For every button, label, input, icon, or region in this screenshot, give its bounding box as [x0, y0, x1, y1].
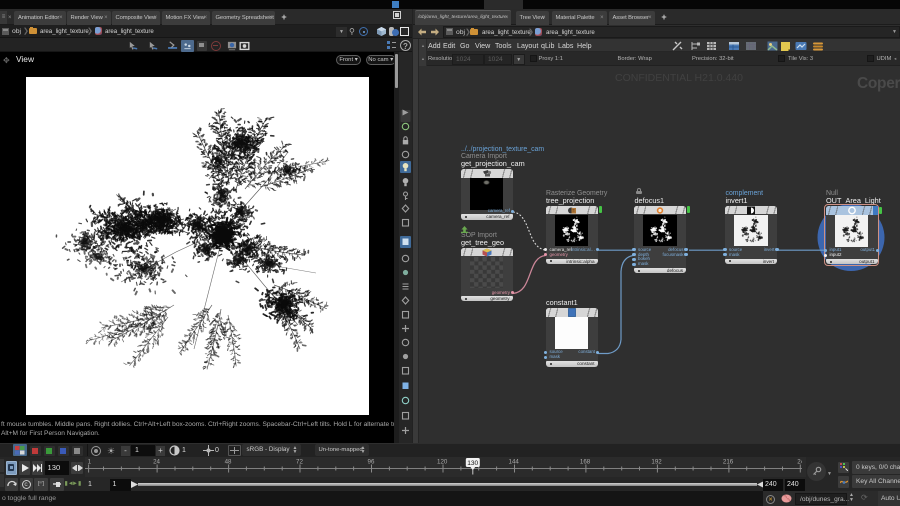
svg-text:72: 72 [296, 459, 303, 466]
svg-text:216: 216 [723, 459, 734, 466]
svg-text:144: 144 [509, 459, 520, 466]
svg-text:192: 192 [651, 459, 662, 466]
svg-text:120: 120 [437, 459, 448, 466]
svg-text:130: 130 [467, 460, 478, 467]
svg-text:168: 168 [580, 459, 591, 466]
svg-text:1: 1 [88, 459, 92, 466]
svg-text:24: 24 [153, 459, 160, 466]
svg-text:240: 240 [797, 459, 802, 466]
svg-text:48: 48 [225, 459, 232, 466]
svg-text:96: 96 [368, 459, 375, 466]
